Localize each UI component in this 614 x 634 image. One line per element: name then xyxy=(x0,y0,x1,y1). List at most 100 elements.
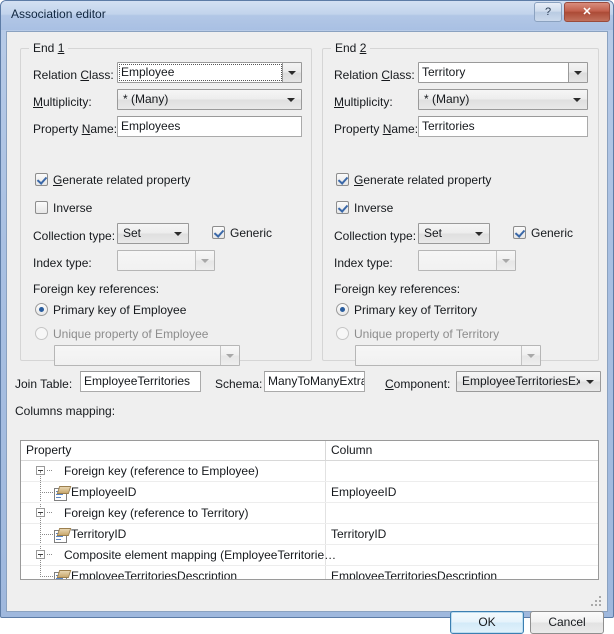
component-combo[interactable]: EmployeeTerritoriesExtra xyxy=(456,371,601,392)
end1-generic-checkbox[interactable] xyxy=(212,226,225,239)
end2-generic-checkbox[interactable] xyxy=(513,226,526,239)
row-property: Composite element mapping (EmployeeTerri… xyxy=(64,548,337,562)
title-bar[interactable]: Association editor ? ✕ xyxy=(1,1,613,30)
resize-gripper[interactable] xyxy=(591,596,603,608)
end2-fk-unique-radio[interactable] xyxy=(336,327,349,340)
end2-collection-type-combo[interactable]: Set xyxy=(418,223,490,244)
chevron-down-icon[interactable] xyxy=(283,90,299,109)
table-row[interactable]: TerritoryID TerritoryID xyxy=(21,513,598,545)
end1-collection-type-combo[interactable]: Set xyxy=(117,223,189,244)
end1-index-type-combo[interactable] xyxy=(117,250,215,271)
end2-multiplicity-value: * (Many) xyxy=(424,92,470,106)
end1-fk-references-label: Foreign key references: xyxy=(33,282,160,296)
association-editor-window: Association editor ? ✕ End 1 Relation Cl… xyxy=(0,0,614,634)
chevron-down-icon[interactable] xyxy=(569,90,585,109)
table-row[interactable]: EmployeeTerritoriesDescription EmployeeT… xyxy=(21,555,598,579)
grid-body: Foreign key (reference to Employee) Empl… xyxy=(21,461,598,579)
end1-relation-class-label: Relation Class: xyxy=(33,68,114,82)
end1-relation-class-value: Employee xyxy=(121,65,175,79)
end1-unique-property-combo[interactable] xyxy=(54,345,240,366)
group-end-2-title: End 2 xyxy=(331,41,371,55)
chevron-down-icon[interactable] xyxy=(496,251,515,270)
end1-multiplicity-label: Multiplicity: xyxy=(33,95,92,109)
columns-mapping-grid[interactable]: Property Column Foreign key (reference t… xyxy=(20,440,599,580)
end1-fk-unique-radio[interactable] xyxy=(35,327,48,340)
end1-relation-class-combo[interactable]: Employee xyxy=(117,62,302,83)
end2-generate-related-label: Generate related property xyxy=(354,173,492,187)
end1-multiplicity-value: * (Many) xyxy=(123,92,169,106)
row-property: Foreign key (reference to Territory) xyxy=(64,506,249,520)
property-icon xyxy=(54,486,72,501)
end1-generic-label: Generic xyxy=(230,226,273,240)
property-icon xyxy=(54,570,72,579)
end2-unique-property-combo[interactable] xyxy=(355,345,541,366)
end2-inverse-checkbox[interactable] xyxy=(336,201,349,214)
table-row[interactable]: Composite element mapping (EmployeeTerri… xyxy=(21,545,598,566)
join-table-input[interactable]: EmployeeTerritories xyxy=(80,371,201,392)
tree-elbow xyxy=(40,513,53,535)
end2-multiplicity-label: Multiplicity: xyxy=(334,95,393,109)
chevron-down-icon[interactable] xyxy=(471,224,487,243)
end2-multiplicity-combo[interactable]: * (Many) xyxy=(418,89,588,110)
table-row[interactable]: Foreign key (reference to Territory) xyxy=(21,503,598,524)
end1-fk-primary-label: Primary key of Employee xyxy=(53,303,187,317)
end2-property-name-label: Property Name: xyxy=(334,122,419,136)
join-table-label: Join Table: xyxy=(15,377,73,391)
property-icon xyxy=(54,528,72,543)
end1-collection-type-label: Collection type: xyxy=(33,229,116,243)
end2-index-type-label: Index type: xyxy=(334,256,393,270)
end1-generate-related-checkbox[interactable] xyxy=(35,173,48,186)
end2-fk-primary-radio[interactable] xyxy=(336,303,349,316)
schema-label: Schema: xyxy=(215,377,263,391)
end1-inverse-label: Inverse xyxy=(53,201,93,215)
schema-input[interactable]: ManyToManyExtra xyxy=(264,371,365,392)
end1-fk-unique-label: Unique property of Employee xyxy=(53,327,209,341)
end2-generic-label: Generic xyxy=(531,226,574,240)
help-icon[interactable]: ? xyxy=(534,2,562,22)
end2-inverse-label: Inverse xyxy=(354,201,394,215)
row-column: EmployeeID xyxy=(331,485,397,499)
grid-header-column[interactable]: Column xyxy=(325,441,598,461)
end2-collection-type-label: Collection type: xyxy=(334,229,417,243)
group-end-1-title: End 1 xyxy=(29,41,69,55)
ok-button[interactable]: OK xyxy=(450,611,524,634)
end2-collection-type-value: Set xyxy=(424,226,443,240)
end1-fk-primary-radio[interactable] xyxy=(35,303,48,316)
chevron-down-icon[interactable] xyxy=(568,63,587,82)
chevron-down-icon[interactable] xyxy=(170,224,186,243)
chevron-down-icon[interactable] xyxy=(282,63,301,82)
end2-index-type-combo[interactable] xyxy=(418,250,516,271)
end1-generate-related-label: Generate related property xyxy=(53,173,191,187)
cancel-button[interactable]: Cancel xyxy=(530,611,604,634)
end1-property-name-label: Property Name: xyxy=(33,122,118,136)
close-icon[interactable]: ✕ xyxy=(564,2,610,22)
row-property: EmployeeID xyxy=(71,485,137,499)
end1-index-type-label: Index type: xyxy=(33,256,92,270)
chevron-down-icon[interactable] xyxy=(521,346,540,365)
end2-relation-class-label: Relation Class: xyxy=(334,68,415,82)
end2-generate-related-checkbox[interactable] xyxy=(336,173,349,186)
row-property: TerritoryID xyxy=(71,527,127,541)
table-row[interactable]: EmployeeID EmployeeID xyxy=(21,471,598,503)
row-column: TerritoryID xyxy=(331,527,387,541)
end1-multiplicity-combo[interactable]: * (Many) xyxy=(117,89,302,110)
tree-elbow xyxy=(40,471,53,493)
chevron-down-icon[interactable] xyxy=(582,372,598,391)
grid-header-row: Property Column xyxy=(21,441,598,461)
chevron-down-icon[interactable] xyxy=(220,346,239,365)
end2-property-name-input[interactable]: Territories xyxy=(418,116,588,137)
end1-property-name-input[interactable]: Employees xyxy=(117,116,302,137)
dialog-client-area: End 1 Relation Class: Employee Multiplic… xyxy=(6,31,608,634)
columns-mapping-label: Columns mapping: xyxy=(15,404,116,418)
end2-relation-class-combo[interactable]: Territory xyxy=(418,62,588,83)
window-title: Association editor xyxy=(11,7,106,21)
component-value: EmployeeTerritoriesExtra xyxy=(462,374,580,388)
row-property: Foreign key (reference to Employee) xyxy=(64,464,259,478)
end1-inverse-checkbox[interactable] xyxy=(35,201,48,214)
grid-header-property[interactable]: Property xyxy=(21,441,325,461)
end1-collection-type-value: Set xyxy=(123,226,142,240)
chevron-down-icon[interactable] xyxy=(195,251,214,270)
component-label: Component: xyxy=(385,377,451,391)
end2-fk-unique-label: Unique property of Territory xyxy=(354,327,500,341)
table-row[interactable]: Foreign key (reference to Employee) xyxy=(21,461,598,482)
